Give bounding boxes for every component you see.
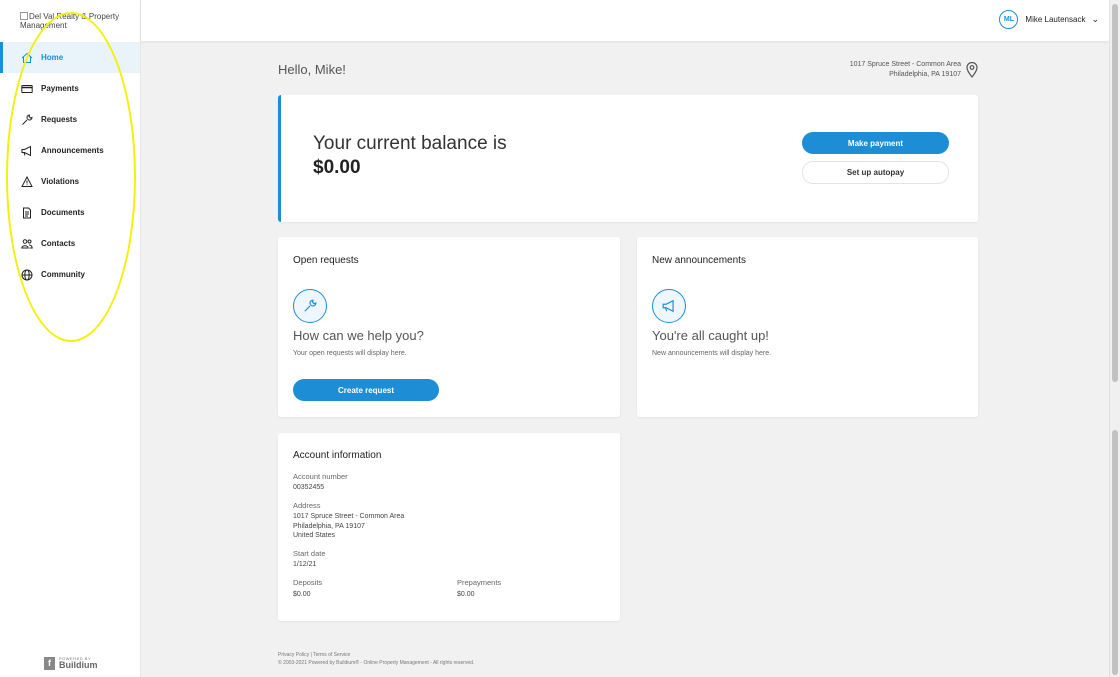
home-icon	[20, 51, 34, 65]
address-line2: Philadelphia, PA 19107	[293, 522, 365, 530]
deposits-label: Deposits	[293, 578, 323, 587]
sidebar-item-label: Documents	[41, 208, 85, 217]
footer: Privacy Policy | Terms of Service © 2003…	[278, 651, 474, 667]
sidebar-item-documents[interactable]: Documents	[0, 197, 140, 228]
globe-icon	[20, 268, 34, 282]
wrench-icon	[20, 113, 34, 127]
address-line3: United States	[293, 532, 336, 539]
account-number-label: Account number	[293, 472, 348, 481]
sidebar-item-label: Home	[41, 53, 64, 62]
wrench-icon	[293, 289, 327, 323]
address-line1: 1017 Spruce Street - Common Area	[293, 513, 405, 520]
buildium-logo-icon: f	[44, 656, 55, 670]
requests-subtext: Your open requests will display here.	[293, 350, 407, 357]
company-logo[interactable]: Del Val Realty & Property Management	[20, 12, 130, 30]
balance-card: Your current balance is $0.00 Make payme…	[278, 95, 978, 222]
sidebar-item-contacts[interactable]: Contacts	[0, 228, 140, 259]
broken-image-icon	[20, 12, 28, 20]
deposits-value: $0.00	[293, 591, 311, 598]
map-pin-icon[interactable]	[966, 62, 978, 78]
powered-by-brand: Buildium	[59, 660, 98, 670]
sidebar-item-violations[interactable]: Violations	[0, 166, 140, 197]
open-requests-card: Open requests How can we help you? Your …	[278, 237, 620, 417]
requests-heading: How can we help you?	[293, 328, 424, 343]
setup-autopay-button[interactable]: Set up autopay	[802, 161, 949, 184]
sidebar-item-label: Contacts	[41, 239, 76, 248]
open-requests-title: Open requests	[293, 255, 359, 266]
sidebar-nav: Home Payments Requests Announcements Vio…	[0, 42, 140, 290]
sidebar-item-community[interactable]: Community	[0, 259, 140, 290]
warning-icon	[20, 175, 34, 189]
footer-copyright: © 2003-2021 Powered by Buildium® - Onlin…	[278, 660, 475, 666]
user-menu[interactable]: ML Mike Lautensack ⌄	[999, 10, 1099, 29]
account-number-value: 00352455	[293, 484, 325, 491]
sidebar-item-label: Payments	[41, 84, 79, 93]
sidebar-item-announcements[interactable]: Announcements	[0, 135, 140, 166]
top-bar: ML Mike Lautensack ⌄	[141, 0, 1109, 41]
sidebar: Del Val Realty & Property Management Hom…	[0, 0, 141, 677]
footer-links[interactable]: Privacy Policy | Terms of Service	[278, 651, 474, 659]
sidebar-item-requests[interactable]: Requests	[0, 104, 140, 135]
greeting: Hello, Mike!	[278, 62, 346, 77]
account-info-title: Account information	[293, 450, 382, 461]
start-date-value: 1/12/21	[293, 561, 317, 568]
page-scrollbar[interactable]	[1109, 0, 1120, 677]
announcements-title: New announcements	[652, 255, 746, 266]
avatar: ML	[999, 10, 1019, 29]
credit-card-icon	[20, 82, 34, 96]
property-address[interactable]: 1017 Spruce Street - Common Area Philade…	[850, 60, 961, 80]
create-request-button[interactable]: Create request	[293, 379, 439, 401]
make-payment-button[interactable]: Make payment	[802, 132, 949, 154]
people-icon	[20, 237, 34, 251]
balance-amount: $0.00	[313, 157, 361, 178]
address-value: 1017 Spruce Street - Common Area Philade…	[293, 512, 404, 541]
powered-by-buildium[interactable]: f POWERED BY Buildium	[44, 656, 98, 670]
sidebar-item-home[interactable]: Home	[0, 42, 140, 73]
announcements-heading: You're all caught up!	[652, 328, 769, 343]
sidebar-item-label: Announcements	[41, 146, 104, 155]
megaphone-icon	[652, 289, 686, 323]
sidebar-item-label: Community	[41, 270, 85, 279]
document-icon	[20, 206, 34, 220]
scrollbar-thumb-lower[interactable]	[1112, 430, 1118, 675]
announcements-subtext: New announcements will display here.	[652, 350, 772, 357]
user-name: Mike Lautensack	[1025, 15, 1086, 24]
scrollbar-thumb[interactable]	[1112, 4, 1118, 382]
prepayments-label: Prepayments	[457, 578, 502, 587]
balance-label: Your current balance is	[313, 133, 507, 154]
sidebar-item-payments[interactable]: Payments	[0, 73, 140, 104]
announcements-card: New announcements You're all caught up! …	[637, 237, 978, 417]
property-address-line2: Philadelphia, PA 19107	[889, 71, 961, 78]
prepayments-value: $0.00	[457, 591, 475, 598]
sidebar-item-label: Requests	[41, 115, 78, 124]
address-label: Address	[293, 501, 321, 510]
account-information-card: Account information Account number 00352…	[278, 433, 620, 621]
megaphone-icon	[20, 144, 34, 158]
start-date-label: Start date	[293, 549, 326, 558]
property-address-line1: 1017 Spruce Street - Common Area	[849, 61, 961, 68]
chevron-down-icon: ⌄	[1091, 14, 1099, 24]
sidebar-item-label: Violations	[41, 177, 80, 186]
logo-alt-text: Del Val Realty & Property Management	[20, 12, 120, 30]
